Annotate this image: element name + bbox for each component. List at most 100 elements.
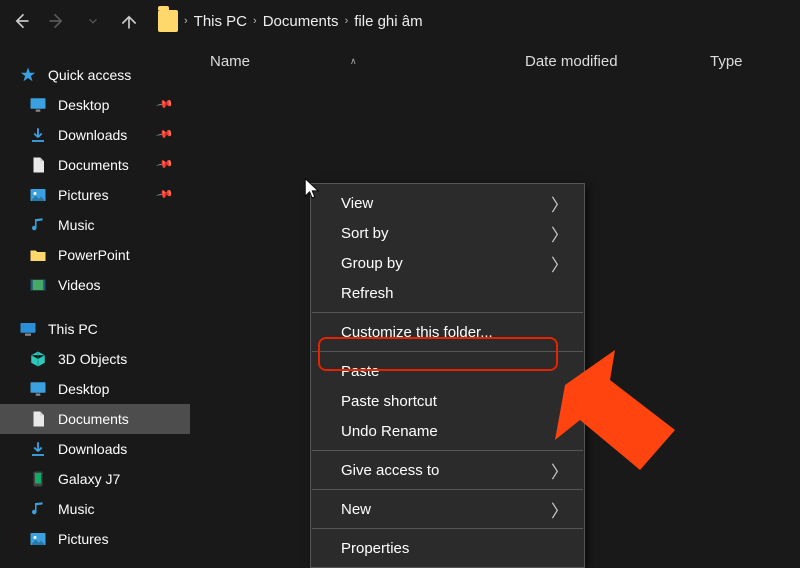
up-button[interactable] — [116, 8, 142, 34]
sidebar-item-label: Downloads — [58, 441, 127, 457]
menu-item-group-by[interactable]: Group by 〉 — [311, 248, 584, 278]
breadcrumb-current[interactable]: file ghi âm — [354, 13, 422, 30]
menu-item-paste[interactable]: Paste — [311, 356, 584, 386]
chevron-right-icon: 〉 — [551, 458, 568, 483]
menu-item-new[interactable]: New 〉 — [311, 494, 584, 524]
menu-item-label: Customize this folder... — [341, 324, 493, 341]
menu-item-label: Group by — [341, 255, 403, 272]
sidebar-item-music[interactable]: Music — [0, 210, 190, 240]
breadcrumb-documents[interactable]: Documents› — [263, 13, 349, 30]
menu-item-label: Refresh — [341, 285, 394, 302]
context-menu: View 〉 Sort by 〉 Group by 〉 Refresh Customize t… — [310, 183, 585, 568]
chevron-right-icon: 〉 — [551, 191, 568, 216]
sidebar-item-label: Pictures — [58, 531, 109, 547]
navigation-bar: › This PC› Documents› file ghi âm — [0, 0, 800, 42]
chevron-right-icon: 〉 — [551, 221, 568, 246]
pc-icon — [18, 319, 38, 339]
sidebar-item-3d-objects[interactable]: 3D Objects — [0, 344, 190, 374]
menu-separator — [312, 351, 583, 352]
menu-item-view[interactable]: View 〉 — [311, 188, 584, 218]
documents-icon — [28, 155, 48, 175]
downloads-icon — [28, 439, 48, 459]
sidebar-item-desktop[interactable]: Desktop — [0, 374, 190, 404]
chevron-right-icon: 〉 — [551, 251, 568, 276]
sidebar-item-label: 3D Objects — [58, 351, 127, 367]
pin-icon: 📌 — [156, 155, 175, 174]
sidebar-item-galaxy-j7[interactable]: Galaxy J7 — [0, 464, 190, 494]
sidebar-item-label: Documents — [58, 157, 129, 173]
sidebar-item-powerpoint[interactable]: PowerPoint — [0, 240, 190, 270]
menu-separator — [312, 312, 583, 313]
sidebar-quick-access[interactable]: Quick access — [0, 60, 190, 90]
sidebar-item-label: Downloads — [58, 127, 127, 143]
sidebar-item-music[interactable]: Music — [0, 494, 190, 524]
sort-indicator-icon: ∧ — [350, 56, 357, 67]
sidebar-item-label: Desktop — [58, 97, 109, 113]
videos-icon — [28, 275, 48, 295]
sidebar-item-label: Music — [58, 501, 95, 517]
column-headers: Name ∧ Date modified Type — [190, 42, 800, 80]
menu-item-give-access-to[interactable]: Give access to 〉 — [311, 455, 584, 485]
menu-item-label: Undo Rename — [341, 423, 438, 440]
menu-item-label: Give access to — [341, 462, 439, 479]
menu-item-customize-this-folder[interactable]: Customize this folder... — [311, 317, 584, 347]
cube-icon — [28, 349, 48, 369]
sidebar-item-label: Documents — [58, 411, 129, 427]
menu-item-label: Sort by — [341, 225, 389, 242]
sidebar-item-desktop[interactable]: Desktop 📌 — [0, 90, 190, 120]
history-dropdown[interactable] — [80, 8, 106, 34]
chevron-right-icon: › — [184, 15, 188, 27]
folder-icon — [28, 245, 48, 265]
sidebar-this-pc[interactable]: This PC — [0, 314, 190, 344]
documents-icon — [28, 409, 48, 429]
menu-item-sort-by[interactable]: Sort by 〉 — [311, 218, 584, 248]
sidebar-item-pictures[interactable]: Pictures 📌 — [0, 180, 190, 210]
sidebar-item-pictures[interactable]: Pictures — [0, 524, 190, 554]
pin-icon: 📌 — [156, 185, 175, 204]
music-icon — [28, 499, 48, 519]
pin-icon: 📌 — [156, 125, 175, 144]
sidebar-item-label: Galaxy J7 — [58, 471, 120, 487]
navigation-pane: Quick access Desktop📌Downloads📌Documents… — [0, 42, 190, 563]
column-date-header[interactable]: Date modified — [525, 53, 710, 70]
pictures-icon — [28, 185, 48, 205]
menu-item-paste-shortcut[interactable]: Paste shortcut — [311, 386, 584, 416]
menu-item-label: Paste — [341, 363, 379, 380]
forward-button[interactable] — [44, 8, 70, 34]
breadcrumb-this-pc[interactable]: This PC› — [194, 13, 257, 30]
downloads-icon — [28, 125, 48, 145]
menu-item-label: Properties — [341, 540, 409, 557]
menu-separator — [312, 450, 583, 451]
sidebar-item-label: PowerPoint — [58, 247, 130, 263]
menu-item-properties[interactable]: Properties — [311, 533, 584, 563]
menu-item-label: View — [341, 195, 373, 212]
sidebar-item-videos[interactable]: Videos — [0, 270, 190, 300]
column-name-header[interactable]: Name — [210, 53, 250, 70]
menu-item-label: Paste shortcut — [341, 393, 437, 410]
music-icon — [28, 215, 48, 235]
menu-item-label: New — [341, 501, 371, 518]
sidebar-item-label: Music — [58, 217, 95, 233]
sidebar-item-downloads[interactable]: Downloads 📌 — [0, 120, 190, 150]
chevron-right-icon: 〉 — [551, 497, 568, 522]
menu-separator — [312, 489, 583, 490]
sidebar-item-documents[interactable]: Documents — [0, 404, 190, 434]
sidebar-item-documents[interactable]: Documents 📌 — [0, 150, 190, 180]
menu-separator — [312, 528, 583, 529]
folder-icon — [158, 11, 178, 31]
back-button[interactable] — [8, 8, 34, 34]
sidebar-item-label: Pictures — [58, 187, 109, 203]
phone-icon — [28, 469, 48, 489]
address-bar[interactable]: › This PC› Documents› file ghi âm — [152, 11, 423, 31]
sidebar-item-downloads[interactable]: Downloads — [0, 434, 190, 464]
sidebar-item-label: Desktop — [58, 381, 109, 397]
menu-item-undo-rename[interactable]: Undo Rename — [311, 416, 584, 446]
pin-icon: 📌 — [156, 95, 175, 114]
menu-item-refresh[interactable]: Refresh — [311, 278, 584, 308]
sidebar-item-label: Quick access — [48, 67, 131, 83]
column-type-header[interactable]: Type — [710, 53, 800, 70]
star-icon — [18, 65, 38, 85]
sidebar-item-label: Videos — [58, 277, 101, 293]
desktop-icon — [28, 379, 48, 399]
desktop-icon — [28, 95, 48, 115]
